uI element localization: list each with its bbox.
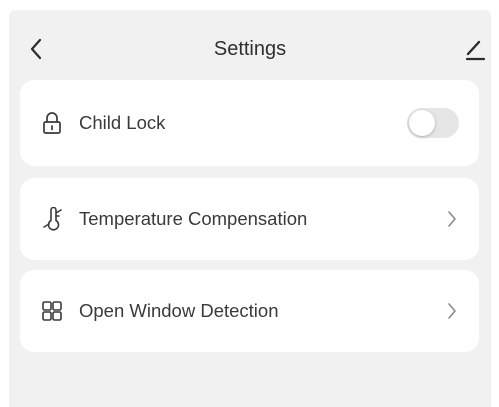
setting-row-child-lock[interactable]: Child Lock (20, 80, 479, 166)
temperature-compensation-label: Temperature Compensation (79, 208, 308, 229)
edit-pencil-icon (465, 40, 486, 61)
setting-row-temperature-compensation[interactable]: Temperature Compensation (20, 178, 479, 260)
chevron-left-icon (30, 38, 42, 60)
thermometer-icon (41, 206, 63, 231)
chevron-right-icon (447, 210, 457, 228)
chevron-right-icon (447, 302, 457, 320)
child-lock-label: Child Lock (79, 112, 166, 133)
window-icon (41, 299, 63, 323)
screen: Settings Child Lock Temperature Compensa… (0, 0, 499, 407)
lock-icon (41, 111, 63, 135)
settings-page: Settings Child Lock Temperature Compensa… (9, 10, 491, 407)
back-button[interactable] (26, 36, 48, 62)
header: Settings (9, 10, 491, 78)
toggle-knob (409, 110, 435, 136)
open-window-detection-label: Open Window Detection (79, 300, 279, 321)
edit-button[interactable] (463, 36, 487, 62)
child-lock-toggle[interactable] (407, 108, 459, 138)
setting-row-open-window-detection[interactable]: Open Window Detection (20, 270, 479, 352)
page-title: Settings (213, 38, 287, 60)
